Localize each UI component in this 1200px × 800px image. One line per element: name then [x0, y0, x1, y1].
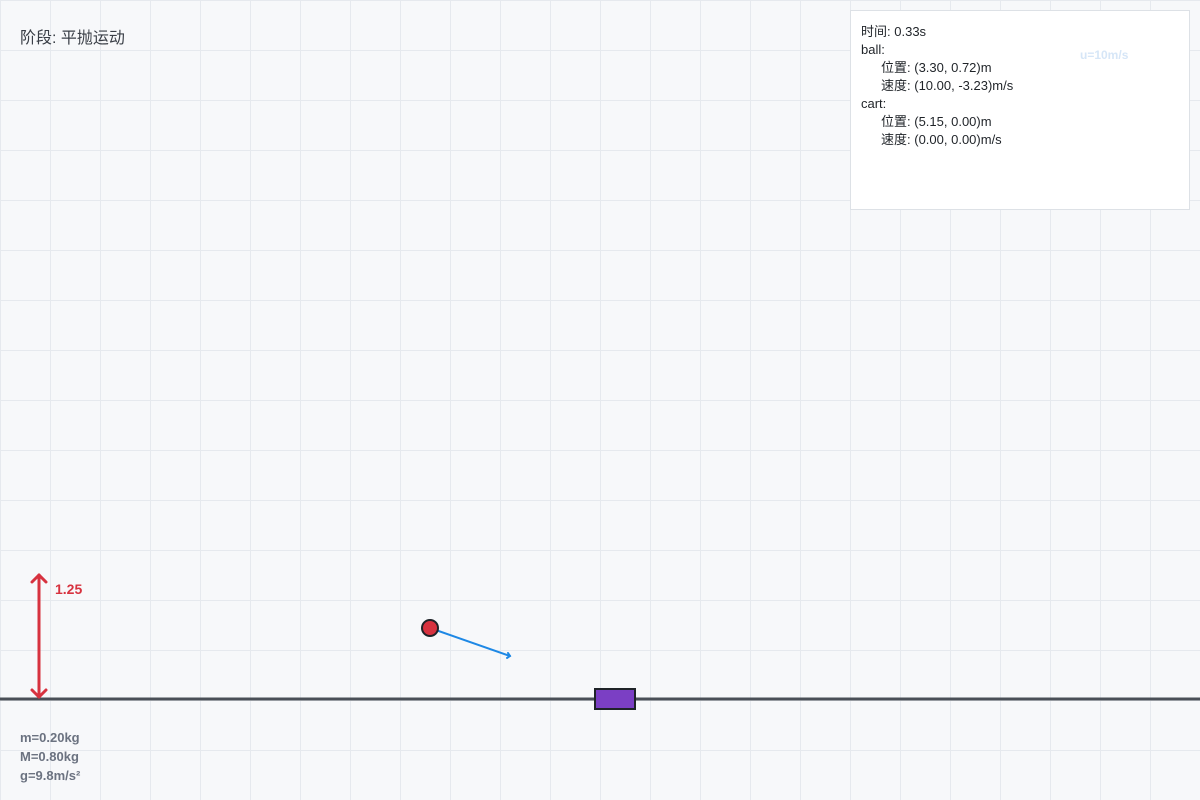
height-arrow [30, 573, 48, 699]
param-ball-mass: m=0.20kg [20, 730, 80, 745]
parameters-panel: m=0.20kg M=0.80kg g=9.8m/s² [20, 728, 80, 785]
simulation-canvas [0, 573, 1200, 710]
cart [594, 688, 636, 710]
param-cart-mass: M=0.80kg [20, 749, 79, 764]
ball [421, 619, 439, 637]
velocity-vector [429, 627, 512, 659]
height-label: 1.25 [55, 581, 83, 597]
param-gravity: g=9.8m/s² [20, 768, 81, 783]
